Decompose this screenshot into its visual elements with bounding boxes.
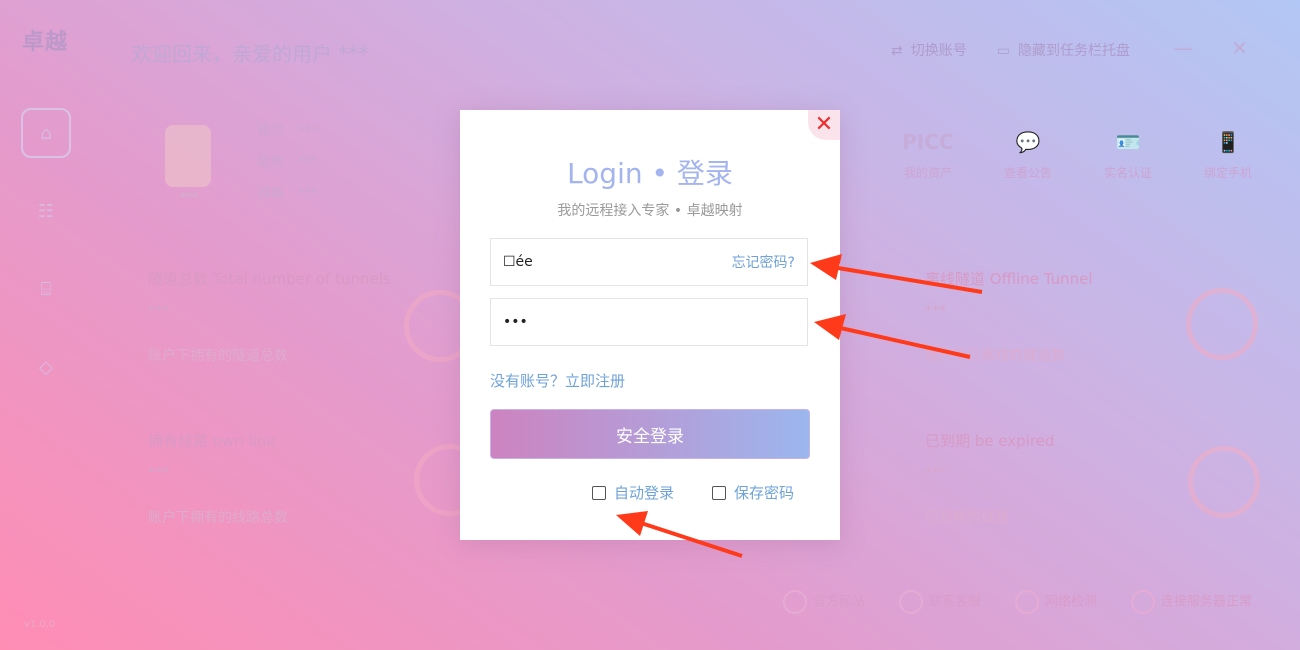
annotation-arrows (616, 254, 983, 558)
annotation-arrow-options (616, 511, 743, 558)
annotation-arrow-password (814, 314, 971, 359)
annotation-arrow-forgot (810, 254, 983, 294)
